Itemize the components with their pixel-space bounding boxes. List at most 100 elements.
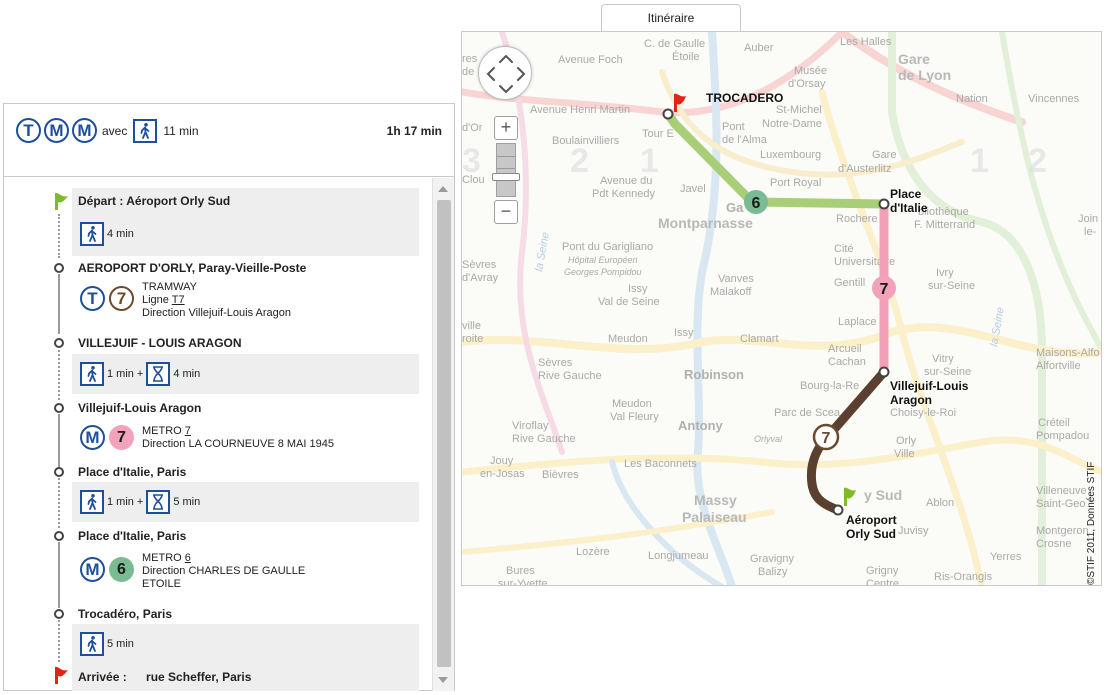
stop-villejuif-metro: Villejuif-Louis Aragon: [78, 401, 202, 415]
map-label: Rochere: [836, 213, 878, 225]
walk-time: 4 min: [107, 228, 134, 240]
stop-dot: [54, 403, 64, 413]
walking-icon: [133, 118, 158, 143]
walk-time: 5 min: [107, 638, 134, 650]
ligne-prefix: Ligne: [142, 294, 172, 306]
map-label: Boulainvilliers: [552, 135, 620, 147]
map-label: Yerres: [990, 551, 1022, 563]
map-label: Javel: [680, 183, 706, 195]
walk-connector: [58, 214, 60, 258]
stop-trocadero: Trocadéro, Paris: [78, 607, 173, 621]
scroll-thumb[interactable]: [437, 200, 451, 667]
metro-line-7-icon: 7: [109, 425, 134, 450]
walking-icon: [80, 490, 104, 514]
map-label: sur-Seine: [924, 366, 971, 378]
metro-line-6-icon: 6: [109, 557, 134, 582]
stop-marker-place-italie[interactable]: [878, 198, 890, 210]
tab-itineraire[interactable]: Itinéraire: [601, 4, 741, 32]
map-label: Balizy: [758, 566, 788, 578]
stop-place-italie-1: Place d'Italie, Paris: [78, 465, 187, 479]
stop-marker-trocadero[interactable]: [662, 108, 674, 120]
map-label: Hôpital Européen: [568, 255, 638, 265]
map-label: Arcueil: [828, 343, 862, 355]
map-label: Val de Seine: [598, 296, 660, 308]
metro-6-link[interactable]: 6: [185, 552, 191, 564]
tram-details: TRAMWAY Ligne T7 Direction Villejuif-Lou…: [142, 281, 291, 320]
zoom-slider[interactable]: [496, 143, 516, 197]
metro-7-link[interactable]: 7: [185, 425, 191, 437]
tram-step: T 7 TRAMWAY Ligne T7 Direction Villejuif…: [80, 281, 291, 320]
stop-dot: [54, 609, 64, 619]
map-label: Saint-Geo: [1036, 498, 1086, 510]
map-label: St-Michel: [776, 104, 822, 116]
map-canvas: 2 1 1 2 3 C. de Gaulle Étoile Auber Les …: [462, 32, 1101, 585]
map-label: Gentill: [834, 277, 865, 289]
map-label: Bures: [506, 565, 535, 577]
map-label: Auber: [744, 42, 774, 54]
map-label: Ablon: [926, 497, 954, 509]
map-label: Crosne: [1036, 538, 1071, 550]
map-label-place-italie-2: d'Italie: [890, 201, 928, 215]
metro7-direction: Direction LA COURNEUVE 8 MAI 1945: [142, 438, 334, 450]
map-label: Massy: [694, 492, 737, 508]
map-label: Pont du Garigliano: [562, 241, 653, 253]
map-label: Pdt Kennedy: [592, 188, 655, 200]
arrivee-address: rue Scheffer, Paris: [146, 670, 252, 684]
map-label: Join: [1078, 213, 1098, 225]
tram-direction: Direction Villejuif-Louis Aragon: [142, 307, 291, 319]
map-label: Ivry: [936, 267, 954, 279]
steps-scrollbar[interactable]: [432, 178, 454, 691]
metro6-details: METRO 6 Direction CHARLES DE GAULLE ETOI…: [142, 552, 305, 591]
map-label: Les Halles: [840, 36, 892, 48]
zoom-slider-thumb[interactable]: [492, 173, 520, 181]
map-label: Meudon: [608, 333, 648, 345]
map-label: Notre-Dame: [762, 118, 822, 130]
start-flag-marker-icon: [844, 487, 856, 506]
map-label: C. de Gaulle: [644, 38, 705, 50]
tramway-mode-icon: T: [16, 118, 41, 143]
map-label: Sèvres: [462, 259, 497, 271]
arrivee-label: Arrivée :: [78, 670, 127, 684]
map-label: Lozère: [576, 546, 610, 558]
tram-7-badge-label: 7: [822, 430, 831, 447]
map-pan-control[interactable]: [478, 46, 532, 100]
ligne-t7-link[interactable]: T7: [172, 294, 185, 306]
map-label: Val Fleury: [610, 411, 659, 423]
scroll-up-arrow-icon[interactable]: [438, 186, 448, 192]
map-label: en-Josas: [480, 468, 525, 480]
map-label: Gare: [872, 149, 896, 161]
walk-connector: [58, 478, 60, 528]
map-label: Antony: [678, 418, 724, 433]
map-label: Georges Pompidou: [564, 267, 642, 277]
transfer-step-2: 1 min + 5 min: [80, 490, 200, 514]
map-label: d'Orsay: [788, 78, 826, 90]
map-label: Palaiseau: [682, 509, 747, 525]
metro-mode-icon: M: [44, 118, 69, 143]
pan-arrows-icon: [486, 54, 526, 94]
total-duration: 1h 17 min: [386, 124, 442, 138]
map-label: sur-Seine: [928, 280, 975, 292]
map-label: Montgeron: [1036, 525, 1089, 537]
map-label: d'Or: [462, 122, 483, 134]
metro-6-badge-label: 6: [752, 195, 761, 212]
scroll-down-arrow-icon[interactable]: [438, 677, 448, 683]
map-label: Clamart: [740, 333, 779, 345]
map-label-villejuif-1: Villejuif-Louis: [890, 379, 969, 393]
map-label: y Sud: [864, 487, 902, 503]
map-label: Rive Gauche: [538, 370, 602, 382]
transit-connector: [58, 414, 60, 470]
map-label: Tour E: [642, 128, 674, 140]
zoom-in-button[interactable]: +: [494, 116, 518, 140]
tramway-mode-icon: T: [80, 286, 105, 311]
map-label: Robinson: [684, 367, 744, 382]
stop-marker-orly[interactable]: [832, 504, 844, 516]
walk-step-2: 5 min: [80, 632, 134, 656]
map-label: Issy: [674, 327, 694, 339]
map-label: Vanves: [718, 273, 754, 285]
route-map[interactable]: 2 1 1 2 3 C. de Gaulle Étoile Auber Les …: [461, 31, 1102, 586]
map-label: Meudon: [612, 398, 652, 410]
stop-marker-villejuif[interactable]: [878, 366, 890, 378]
map-label-trocadero: TROCADERO: [706, 91, 783, 105]
map-label: de Lyon: [898, 67, 951, 83]
zoom-out-button[interactable]: −: [494, 200, 518, 224]
